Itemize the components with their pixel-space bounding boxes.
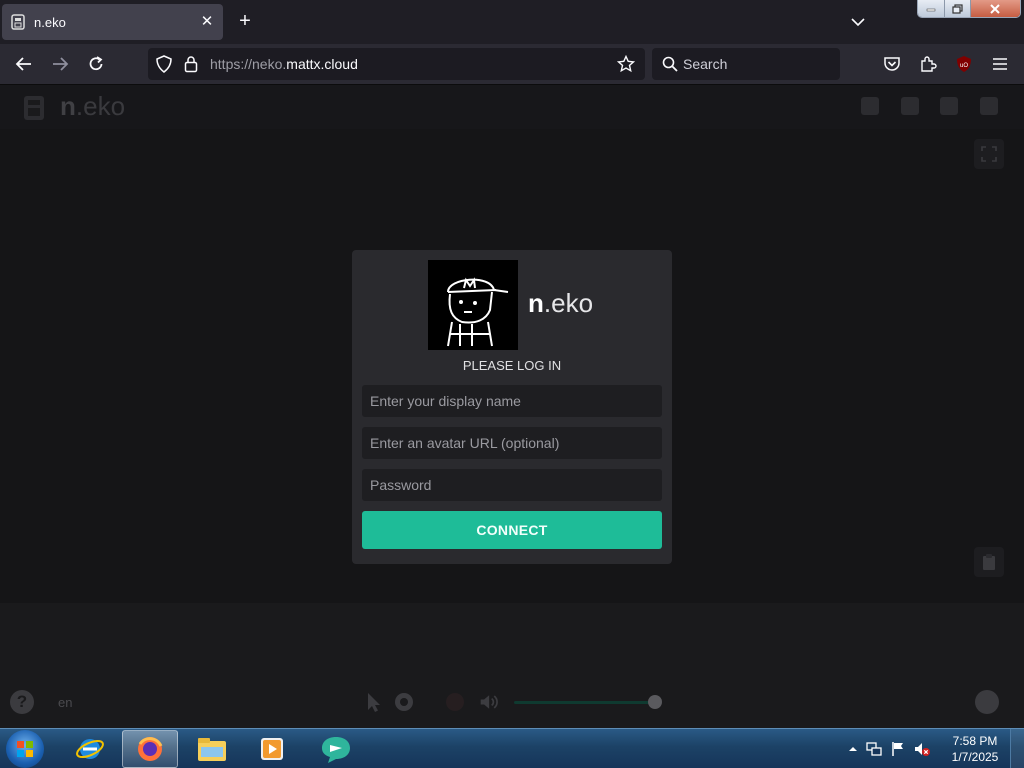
avatar-url-input[interactable] (362, 427, 662, 459)
volume-slider-handle[interactable] (648, 695, 662, 709)
search-placeholder: Search (683, 56, 728, 72)
minimize-button[interactable] (918, 0, 946, 17)
taskbar-file-explorer[interactable] (184, 730, 240, 768)
tab-strip: n.eko ✕ + (0, 0, 1024, 44)
trash-icon[interactable] (940, 97, 958, 115)
lock-icon[interactable] (184, 55, 198, 78)
windows-taskbar: 7:58 PM 1/7/2025 (0, 728, 1024, 768)
app-header: n.eko (0, 85, 1024, 129)
taskbar-media-player[interactable] (244, 730, 300, 768)
reload-icon (89, 56, 103, 71)
ublock-origin-button[interactable]: uO (952, 52, 976, 76)
chevron-down-icon (851, 18, 865, 27)
taskbar-internet-explorer[interactable] (62, 730, 118, 768)
start-button[interactable] (6, 730, 44, 768)
language-selector[interactable]: en (58, 695, 72, 710)
window-controls (917, 0, 1021, 18)
display-name-input[interactable] (362, 385, 662, 417)
fullscreen-button[interactable] (974, 139, 1004, 169)
puzzle-icon (921, 56, 937, 72)
tab-title: n.eko (34, 14, 66, 30)
url-bar[interactable]: https://neko.mattx.cloud (148, 48, 645, 80)
pocket-button[interactable] (880, 52, 904, 76)
back-button[interactable] (12, 52, 36, 76)
extensions-button[interactable] (916, 52, 940, 76)
clock-time[interactable]: 7:58 PM (948, 734, 1002, 748)
controls-icon[interactable] (861, 97, 879, 115)
clipboard-button[interactable] (974, 547, 1004, 577)
restore-button[interactable] (945, 0, 971, 17)
pocket-icon (884, 57, 900, 71)
taskbar-chat-app[interactable] (308, 730, 364, 768)
forward-arrow-icon (53, 57, 69, 71)
clock-date[interactable]: 1/7/2025 (948, 750, 1002, 764)
menu-icon[interactable] (980, 97, 998, 115)
show-desktop-button[interactable] (1010, 729, 1024, 768)
chat-bubble-icon (322, 737, 350, 763)
action-center-flag-icon[interactable] (890, 741, 906, 757)
close-window-button[interactable] (970, 0, 1020, 17)
hamburger-menu-icon (993, 58, 1007, 70)
network-icon[interactable] (866, 741, 882, 757)
fullscreen-icon (981, 146, 997, 162)
login-heading: PLEASE LOG IN (462, 358, 562, 373)
internet-explorer-icon (76, 739, 104, 759)
login-brand: n.eko (528, 288, 594, 318)
url-text[interactable]: https://neko.mattx.cloud (210, 56, 358, 72)
play-pause-icon[interactable] (444, 691, 466, 713)
browser-tab[interactable]: n.eko ✕ (2, 4, 223, 40)
emoji-icon[interactable] (975, 690, 999, 714)
connect-button[interactable]: CONNECT (362, 511, 662, 549)
volume-icon[interactable] (479, 691, 501, 713)
bookmark-star-icon[interactable] (616, 54, 636, 78)
volume-slider-track[interactable] (514, 701, 656, 704)
neko-app-page: n.eko ? en n.eko PLEASE LOG IN Enter you… (0, 85, 1024, 728)
svg-text:uO: uO (960, 63, 968, 69)
navigation-toolbar: https://neko.mattx.cloud Search uO (0, 44, 1024, 85)
password-input[interactable] (362, 469, 662, 501)
new-tab-button[interactable]: + (233, 10, 257, 34)
app-menu-button[interactable] (988, 52, 1012, 76)
media-player-icon (261, 738, 283, 760)
folder-icon (198, 738, 226, 761)
cursor-icon[interactable] (363, 691, 385, 713)
list-all-tabs-button[interactable] (846, 10, 870, 34)
app-logo-text: n.eko (60, 91, 126, 121)
close-tab-icon[interactable]: ✕ (199, 14, 215, 30)
firefox-icon (138, 737, 163, 761)
login-dialog: n.eko PLEASE LOG IN CONNECT (352, 250, 672, 564)
windows-logo-icon (17, 741, 33, 757)
search-bar[interactable]: Search (652, 48, 840, 80)
search-icon (662, 56, 678, 77)
ublock-shield-icon: uO (957, 56, 971, 72)
shield-icon[interactable] (156, 55, 172, 78)
reload-button[interactable] (84, 52, 108, 76)
neko-logo-icon (24, 96, 44, 120)
forward-button[interactable] (48, 52, 72, 76)
show-hidden-icons-icon[interactable] (845, 741, 861, 757)
volume-muted-icon[interactable] (914, 741, 930, 757)
keyboard-lock-icon[interactable] (393, 691, 415, 713)
clipboard-icon (983, 554, 995, 570)
app-footer: ? en (0, 603, 1024, 728)
back-arrow-icon (15, 57, 31, 71)
help-icon[interactable]: ? (10, 690, 34, 714)
taskbar-firefox[interactable] (122, 730, 178, 768)
neko-favicon-icon (10, 14, 26, 30)
lock-room-icon[interactable] (901, 97, 919, 115)
neko-mascot-avatar (428, 260, 518, 350)
